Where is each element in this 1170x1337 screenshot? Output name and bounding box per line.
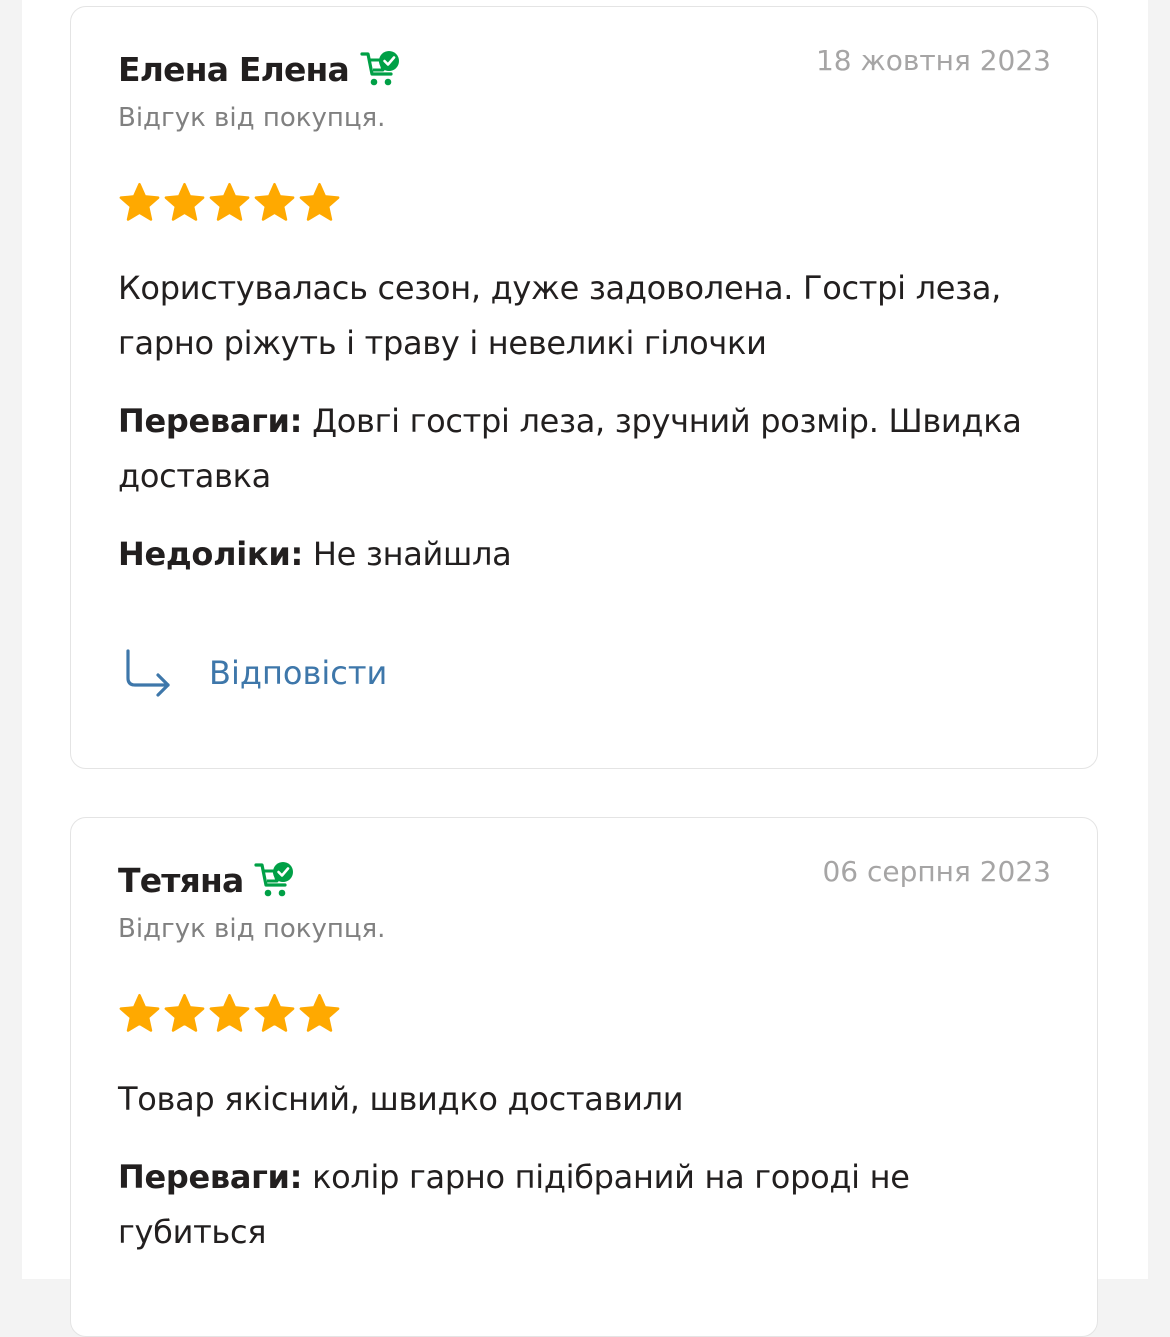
star-rating (118, 992, 341, 1035)
star-icon (119, 182, 160, 221)
review-author-name: Елена Елена (118, 49, 350, 89)
review-date: 18 жовтня 2023 (815, 44, 1051, 77)
star-icon (209, 993, 250, 1032)
star-icon (164, 182, 205, 221)
review-type-label: Відгук від покупця. (118, 103, 386, 133)
review-cons: Недоліки: Не знайшла (118, 527, 1048, 582)
pros-label: Переваги: (118, 1158, 303, 1196)
review-card: Тетяна 06 серпня 2023 Відгук від покупця… (70, 817, 1098, 1337)
review-author-row: Елена Елена (118, 47, 403, 91)
star-icon (254, 182, 295, 221)
star-icon (209, 182, 250, 221)
cons-label: Недоліки: (118, 535, 303, 573)
star-icon (254, 993, 295, 1032)
reply-label: Відповісти (209, 654, 388, 692)
star-icon (119, 993, 160, 1032)
cart-check-icon (360, 51, 400, 86)
star-icon (299, 182, 340, 221)
review-text: Товар якісний, швидко доставили (118, 1080, 684, 1118)
review-card: Елена Елена 18 жовтня 2023 Відгук від по… (70, 6, 1098, 769)
star-rating (118, 181, 341, 224)
star-icon (164, 993, 205, 1032)
review-author-row: Тетяна (118, 858, 297, 902)
review-author-name: Тетяна (118, 860, 244, 900)
review-type-label: Відгук від покупця. (118, 914, 386, 944)
reply-button[interactable]: Відповісти (123, 647, 387, 699)
pros-label: Переваги: (118, 402, 303, 440)
cart-check-icon (254, 862, 294, 897)
review-text: Користувалась сезон, дуже задоволена. Го… (118, 269, 1002, 362)
review-pros: Переваги: Довгі гострі леза, зручний роз… (118, 394, 1048, 504)
star-icon (299, 993, 340, 1032)
review-date: 06 серпня 2023 (822, 855, 1051, 888)
reply-arrow-icon (126, 649, 170, 697)
review-pros: Переваги: колір гарно підібраний на горо… (118, 1150, 1048, 1260)
cons-text: Не знайшла (312, 535, 512, 573)
